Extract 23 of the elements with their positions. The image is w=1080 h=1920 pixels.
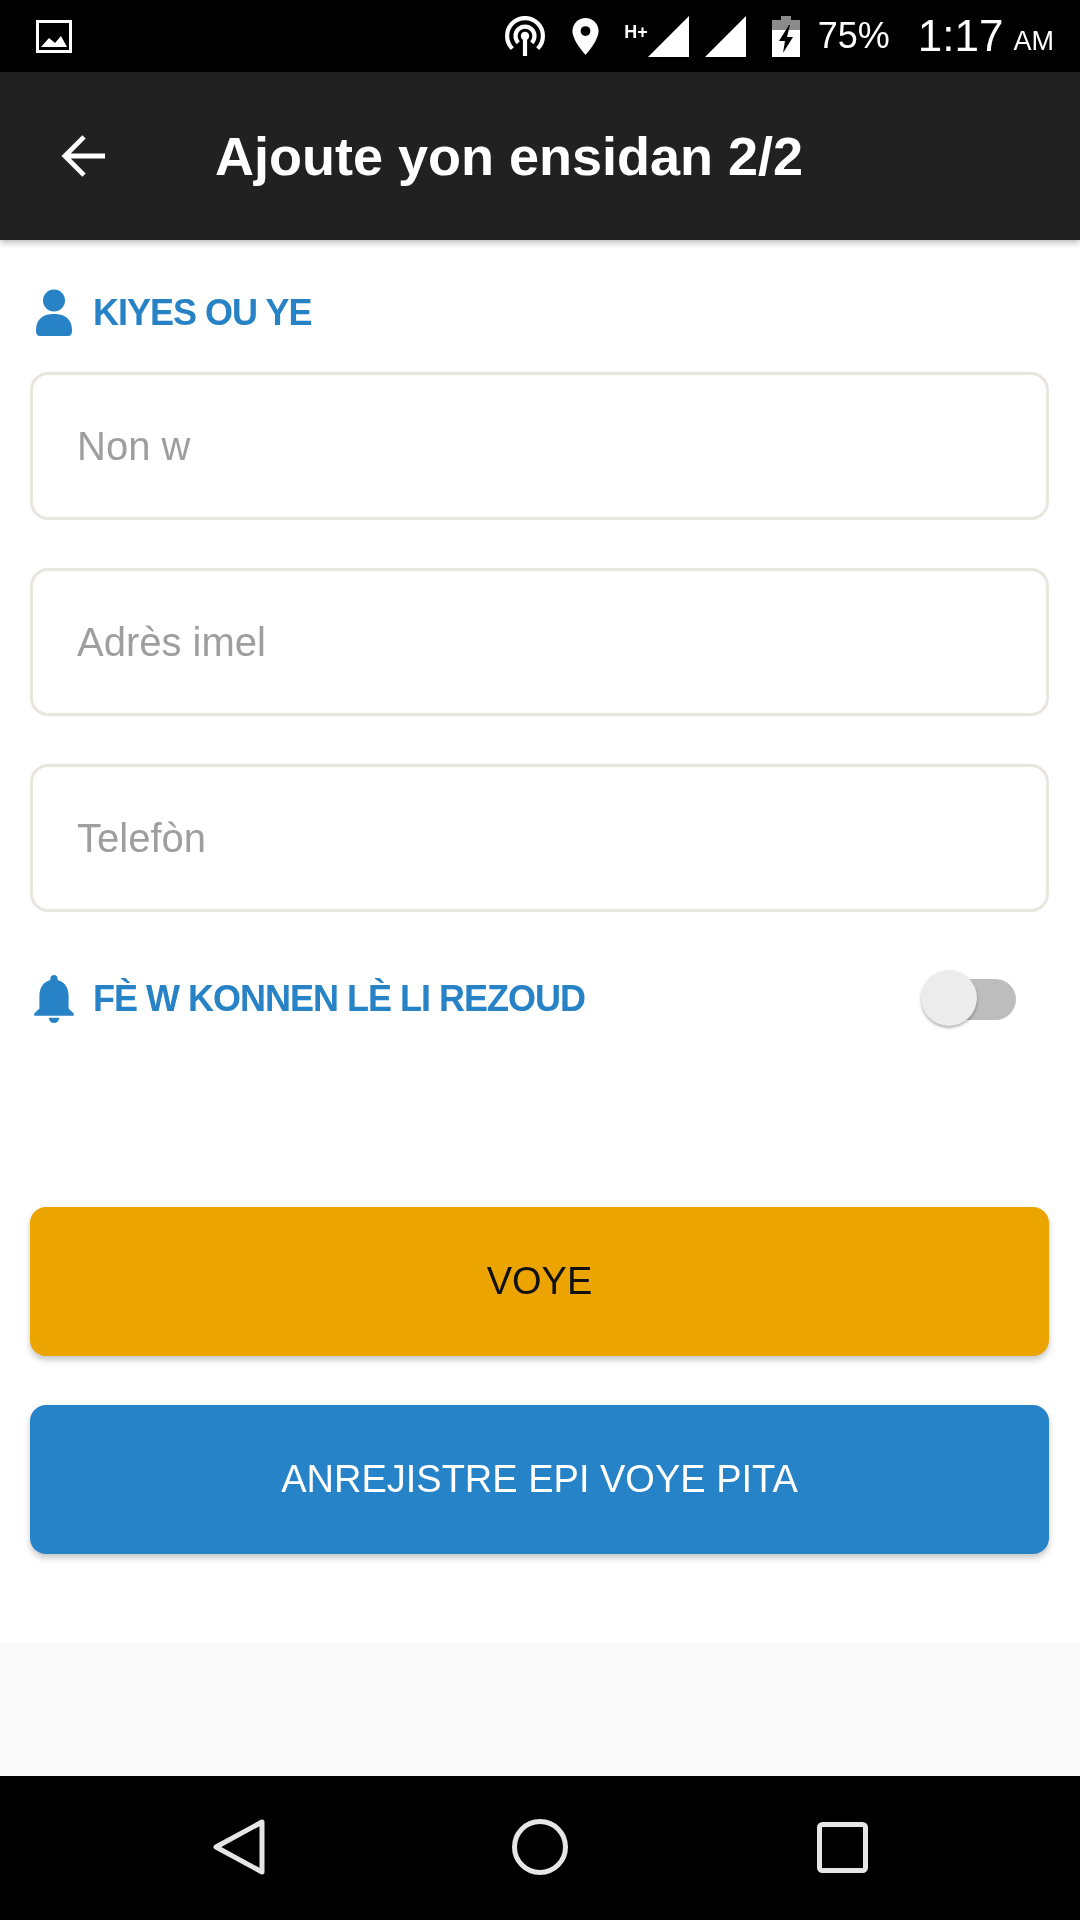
text-field[interactable]: Telefòn [30, 764, 1049, 912]
screen-title: Ajoute yon ensidan 2/2 [215, 125, 804, 187]
clock-meridiem: AM [1013, 26, 1054, 56]
recents-icon[interactable] [817, 1821, 868, 1873]
back-icon[interactable] [213, 1819, 265, 1875]
send-button[interactable]: VOYE [30, 1207, 1049, 1356]
location-pin-icon [572, 17, 600, 55]
home-icon[interactable] [512, 1819, 568, 1875]
section-heading: KIYES OU YE [93, 292, 312, 334]
battery-charging-icon [771, 15, 800, 57]
image-icon [36, 19, 72, 53]
battery-percent: 75% [817, 16, 890, 56]
bell-icon [33, 974, 75, 1024]
save-button[interactable]: ANREJISTRE EPI VOYE PITA [30, 1405, 1049, 1554]
signal-icon [647, 15, 689, 57]
clock-time: 1:17 [917, 12, 1004, 60]
person-icon [35, 289, 73, 337]
signal-icon [704, 15, 746, 57]
network-type-label: H+ [624, 23, 648, 41]
text-field[interactable]: Adrès imel [30, 568, 1049, 716]
notification-label: FÈ W KONNEN LÈ LI REZOUD [93, 978, 585, 1020]
text-field[interactable]: Non w [30, 372, 1049, 520]
hotspot-icon [505, 16, 546, 56]
